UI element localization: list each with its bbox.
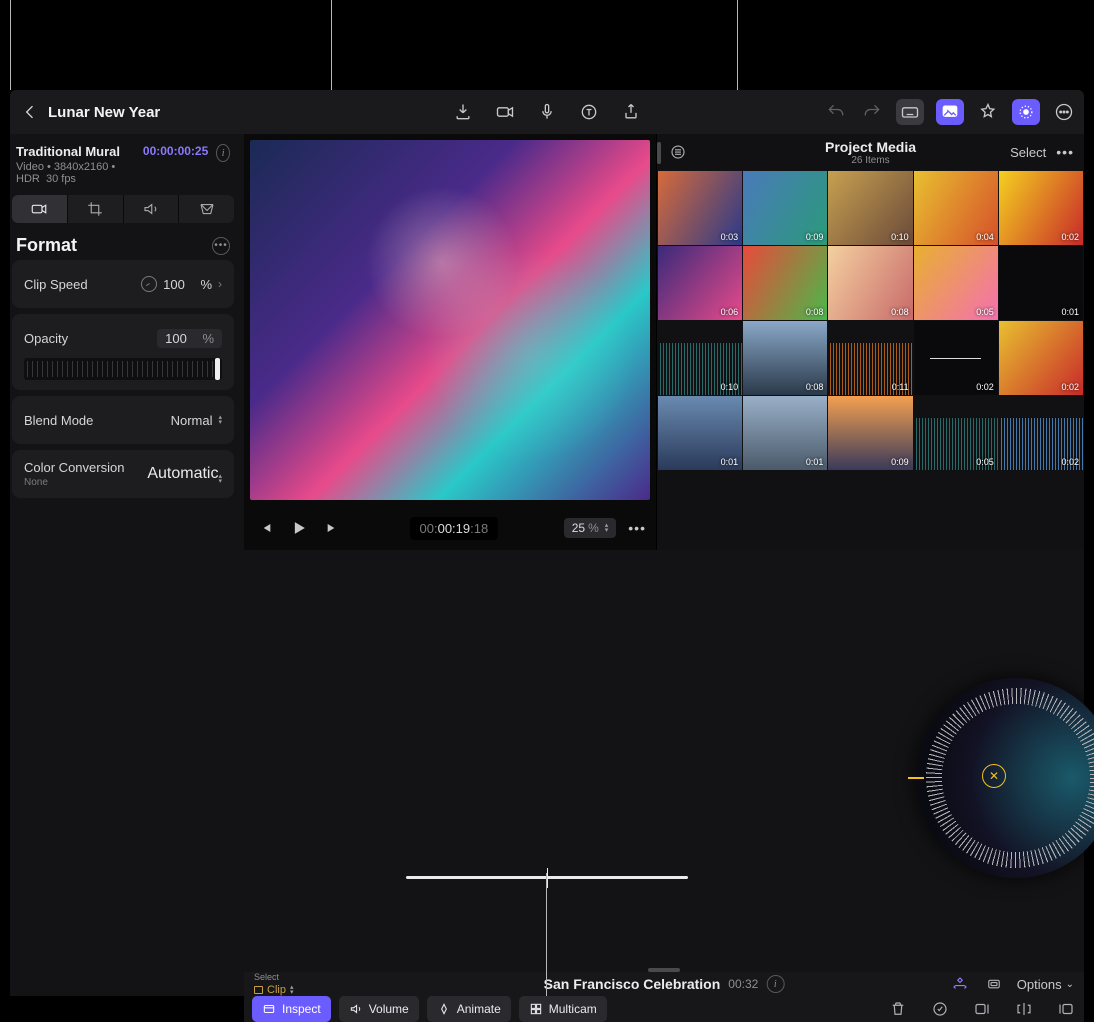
browser-grid: 0:030:090:100:040:020:060:080:080:050:01… xyxy=(657,170,1084,550)
tab-info[interactable] xyxy=(179,195,234,223)
import-icon[interactable] xyxy=(451,100,475,124)
timeline-title: San Francisco Celebration xyxy=(544,976,721,992)
media-thumbnail[interactable]: 0:09 xyxy=(743,171,827,245)
reset-speed-icon[interactable] xyxy=(141,276,157,292)
opacity-label: Opacity xyxy=(24,331,68,346)
viewer-timecode[interactable]: 00:00:19:18 xyxy=(410,517,499,540)
media-thumbnail[interactable]: 0:02 xyxy=(999,321,1083,395)
info-icon[interactable]: i xyxy=(216,144,230,162)
browser-select-button[interactable]: Select xyxy=(1010,145,1046,160)
media-thumbnail[interactable]: 0:01 xyxy=(999,246,1083,320)
timeline-clip-mode[interactable]: Clip▴▾ xyxy=(254,984,293,996)
viewer-controls: 00:00:19:18 25%▴▾ ••• xyxy=(244,506,656,550)
bottom-toolbar: Inspect Volume Animate Multicam xyxy=(244,996,1084,1022)
browser-list-icon[interactable] xyxy=(667,141,689,163)
color-conv-label: Color Conversion xyxy=(24,460,124,475)
undo-icon[interactable] xyxy=(824,100,848,124)
content: Traditional Mural Video • 3840x2160 • HD… xyxy=(10,134,1084,996)
effects-icon[interactable] xyxy=(976,100,1000,124)
next-clip-button[interactable] xyxy=(322,517,344,539)
more-menu-icon[interactable] xyxy=(1052,100,1076,124)
enable-button[interactable] xyxy=(930,999,950,1019)
media-thumbnail[interactable]: 0:02 xyxy=(999,396,1083,470)
timeline: Select Clip▴▾ San Francisco Celebration … xyxy=(244,972,1084,996)
inspector-panel: Traditional Mural Video • 3840x2160 • HD… xyxy=(10,134,244,996)
media-thumbnail[interactable]: 0:04 xyxy=(914,171,998,245)
inspector-tabs xyxy=(12,195,234,223)
opacity-panel: Opacity 100 % xyxy=(12,314,234,390)
blend-mode-label: Blend Mode xyxy=(24,413,93,428)
media-thumbnail[interactable]: 0:01 xyxy=(743,396,827,470)
media-thumbnail[interactable]: 0:08 xyxy=(743,246,827,320)
animate-button[interactable]: Animate xyxy=(427,996,511,1022)
multicam-button[interactable]: Multicam xyxy=(519,996,607,1022)
project-title: Lunar New Year xyxy=(48,104,160,121)
color-conversion-row[interactable]: Color Conversion None Automatic▴▾ xyxy=(12,450,234,498)
delete-button[interactable] xyxy=(888,999,908,1019)
share-icon[interactable] xyxy=(619,100,643,124)
trim-end-button[interactable] xyxy=(1056,999,1076,1019)
tab-video[interactable] xyxy=(12,195,67,223)
prev-clip-button[interactable] xyxy=(254,517,276,539)
back-button[interactable] xyxy=(18,100,42,124)
redo-icon[interactable] xyxy=(860,100,884,124)
blend-mode-row[interactable]: Blend Mode Normal▴▾ xyxy=(12,396,234,444)
keyboard-icon[interactable] xyxy=(896,99,924,125)
jogwheel-toggle-icon[interactable] xyxy=(1012,99,1040,125)
media-thumbnail[interactable]: 0:08 xyxy=(743,321,827,395)
scrub-bar[interactable] xyxy=(406,876,688,879)
titles-icon[interactable] xyxy=(577,100,601,124)
zoom-control[interactable]: 25%▴▾ xyxy=(564,518,617,538)
clip-name: Traditional Mural xyxy=(16,144,135,159)
media-thumbnail[interactable]: 0:10 xyxy=(658,321,742,395)
media-thumbnail[interactable]: 0:02 xyxy=(914,321,998,395)
browser-count: 26 Items xyxy=(825,155,916,166)
clip-meta: Video • 3840x2160 • HDR 30 fps xyxy=(16,161,135,185)
media-thumbnail[interactable]: 0:05 xyxy=(914,396,998,470)
browser-title: Project Media xyxy=(825,139,916,155)
keyframe-tool-icon[interactable] xyxy=(949,973,971,995)
media-thumbnail[interactable]: 0:01 xyxy=(658,396,742,470)
media-thumbnail[interactable]: 0:03 xyxy=(658,171,742,245)
timeline-select-label: Select xyxy=(254,972,293,982)
clip-speed-row[interactable]: Clip Speed 100 % › xyxy=(12,260,234,308)
viewer-canvas[interactable] xyxy=(250,140,650,500)
media-thumbnail[interactable]: 0:06 xyxy=(658,246,742,320)
tab-crop[interactable] xyxy=(68,195,123,223)
media-thumbnail[interactable]: 0:02 xyxy=(999,171,1083,245)
timeline-duration: 00:32 xyxy=(728,977,758,991)
app-toolbar: Lunar New Year xyxy=(10,90,1084,134)
media-thumbnail[interactable]: 0:09 xyxy=(828,396,912,470)
camera-icon[interactable] xyxy=(493,100,517,124)
timeline-info-icon[interactable]: i xyxy=(766,975,784,993)
timeline-options[interactable]: Options⌄ xyxy=(1017,977,1074,992)
media-browser: Project Media 26 Items Select ••• 0:030:… xyxy=(656,134,1084,550)
play-button[interactable] xyxy=(288,517,310,539)
inspect-button[interactable]: Inspect xyxy=(252,996,331,1022)
viewer: 00:00:19:18 25%▴▾ ••• xyxy=(244,134,656,550)
volume-button[interactable]: Volume xyxy=(339,996,419,1022)
voiceover-icon[interactable] xyxy=(535,100,559,124)
browser-more-icon[interactable]: ••• xyxy=(1056,144,1074,160)
viewer-more-icon[interactable]: ••• xyxy=(628,520,646,536)
snap-tool-icon[interactable] xyxy=(983,973,1005,995)
section-more-icon[interactable]: ••• xyxy=(212,237,230,255)
clip-speed-label: Clip Speed xyxy=(24,277,88,292)
media-thumbnail[interactable]: 0:05 xyxy=(914,246,998,320)
color-conv-sub: None xyxy=(24,477,124,488)
opacity-slider[interactable] xyxy=(24,358,222,380)
browser-toggle-icon[interactable] xyxy=(936,99,964,125)
trim-start-button[interactable] xyxy=(972,999,992,1019)
split-button[interactable] xyxy=(1014,999,1034,1019)
media-thumbnail[interactable]: 0:08 xyxy=(828,246,912,320)
clip-timecode: 00:00:00:25 xyxy=(143,144,208,158)
section-title: Format xyxy=(16,235,77,256)
media-thumbnail[interactable]: 0:11 xyxy=(828,321,912,395)
jog-wheel[interactable]: ✕ xyxy=(916,678,1094,878)
tab-audio[interactable] xyxy=(124,195,179,223)
media-thumbnail[interactable]: 0:10 xyxy=(828,171,912,245)
